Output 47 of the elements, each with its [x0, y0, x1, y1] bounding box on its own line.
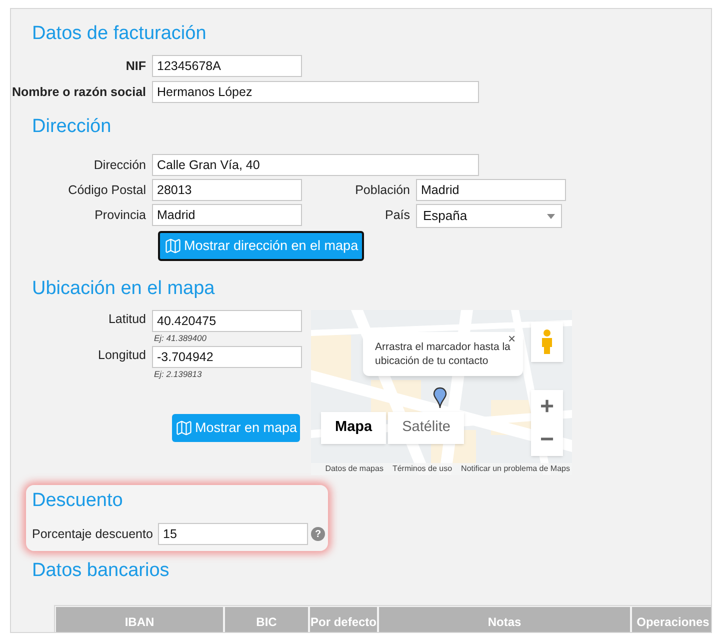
- section-heading: Ubicación en el mapa: [32, 277, 215, 301]
- field-label: Porcentaje descuento: [32, 526, 154, 543]
- column-header: Por defecto: [310, 607, 379, 632]
- person-icon: [540, 329, 554, 355]
- country-select[interactable]: España: [416, 204, 562, 228]
- column-header: Operaciones: [632, 607, 711, 632]
- section-heading: Datos bancarios: [32, 559, 170, 583]
- map-icon: [175, 419, 193, 437]
- column-header: IBAN: [56, 607, 225, 632]
- map-icon: [164, 237, 182, 255]
- field-label: NIF: [126, 58, 146, 75]
- section-heading: Descuento: [32, 489, 123, 513]
- text-field[interactable]: -3.704942: [152, 346, 302, 368]
- tooltip-text: Arrastra el marcador hasta la ubicación de tu contacto: [375, 341, 510, 368]
- text-field[interactable]: 28013: [152, 179, 302, 201]
- marker-icon[interactable]: [433, 387, 447, 409]
- select-value: España: [423, 207, 468, 226]
- field-hint: Ej: 41.389400: [153, 332, 208, 344]
- zoom-button[interactable]: −: [531, 423, 563, 456]
- column-header: BIC: [225, 607, 310, 632]
- field-label: Población: [355, 182, 410, 199]
- field-label: Provincia: [94, 207, 146, 224]
- map-footer-link[interactable]: Notificar un problema de Maps: [461, 463, 570, 475]
- text-field[interactable]: 12345678A: [152, 55, 302, 77]
- text-field[interactable]: Calle Gran Vía, 40: [152, 154, 479, 176]
- column-header: Notas: [379, 607, 632, 632]
- field-label: Latitud: [108, 311, 146, 328]
- close-button[interactable]: ×: [508, 332, 516, 346]
- field-hint: Ej: 2.139813: [153, 368, 203, 380]
- section-heading: Dirección: [32, 115, 112, 139]
- map-type-tab[interactable]: Satélite: [388, 412, 464, 444]
- text-field[interactable]: Madrid: [152, 204, 302, 226]
- text-field[interactable]: 40.420475: [152, 310, 302, 332]
- map-footer-link[interactable]: Datos de mapas: [325, 463, 384, 475]
- caret-icon: [547, 214, 555, 218]
- map-type-tab[interactable]: Mapa: [321, 412, 386, 444]
- map-footer-link[interactable]: Términos de uso: [392, 463, 452, 475]
- field-label: País: [384, 207, 410, 224]
- field-label: Dirección: [94, 156, 146, 174]
- text-field[interactable]: Hermanos López: [152, 81, 479, 103]
- text-field[interactable]: Madrid: [416, 179, 566, 201]
- field-label: Nombre o razón social: [12, 84, 146, 101]
- field-label: Código Postal: [68, 182, 146, 199]
- text-field[interactable]: 15: [158, 523, 308, 545]
- zoom-button[interactable]: +: [531, 390, 563, 423]
- section-heading: Datos de facturación: [32, 22, 206, 46]
- field-label: Longitud: [98, 347, 146, 364]
